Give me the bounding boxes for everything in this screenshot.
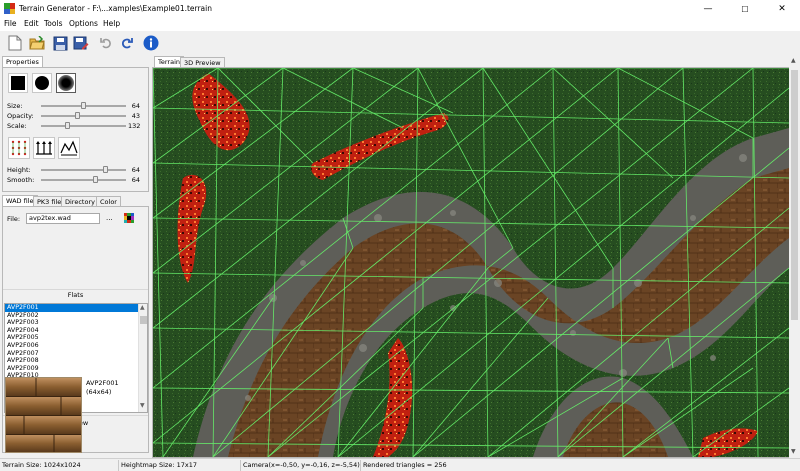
preview-size: (64x64) bbox=[86, 388, 112, 396]
circle-brush-icon[interactable] bbox=[32, 73, 52, 93]
info-icon[interactable] bbox=[142, 34, 160, 52]
viewport-scrollbar[interactable]: ▲ ▼ bbox=[789, 56, 800, 458]
height-label: Height: bbox=[7, 166, 31, 174]
close-button[interactable]: ✕ bbox=[764, 0, 800, 18]
smooth-slider[interactable] bbox=[41, 179, 126, 181]
opacity-slider-thumb[interactable] bbox=[75, 112, 80, 119]
scroll-down-icon[interactable]: ▼ bbox=[791, 448, 796, 455]
list-item[interactable]: AVP2F004 bbox=[5, 327, 138, 335]
texture-preview bbox=[5, 377, 82, 453]
open-folder-icon[interactable] bbox=[28, 34, 46, 52]
height-slider[interactable] bbox=[41, 169, 126, 171]
list-item[interactable]: AVP2F007 bbox=[5, 350, 138, 358]
menu-tools[interactable]: Tools bbox=[44, 19, 62, 28]
viewport-scroll-thumb[interactable] bbox=[791, 70, 798, 320]
scale-slider-thumb[interactable] bbox=[65, 122, 70, 129]
size-slider-thumb[interactable] bbox=[81, 102, 86, 109]
redo-icon[interactable] bbox=[118, 34, 136, 52]
status-bar: Terrain Size: 1024x1024 Heightmap Size: … bbox=[0, 458, 800, 471]
palette-icon[interactable] bbox=[124, 213, 134, 223]
scroll-down-icon[interactable]: ▼ bbox=[140, 402, 145, 409]
left-panel: Properties Size: 64 Opacity: 43 Scale: 1… bbox=[0, 55, 151, 458]
soft-circle-brush-icon[interactable] bbox=[56, 73, 76, 93]
raise-tool-icon[interactable] bbox=[33, 137, 55, 159]
list-item[interactable]: AVP2F008 bbox=[5, 357, 138, 365]
list-item[interactable]: AVP2F005 bbox=[5, 334, 138, 342]
preview-name: AVP2F001 bbox=[86, 379, 119, 387]
smooth-label: Smooth: bbox=[7, 176, 35, 184]
opacity-slider[interactable] bbox=[41, 115, 126, 117]
points-tool-icon[interactable] bbox=[8, 137, 30, 159]
list-item[interactable]: AVP2F009 bbox=[5, 365, 138, 373]
file-label: File: bbox=[7, 215, 21, 223]
tab-directory[interactable]: Directory bbox=[61, 196, 99, 206]
tab-properties[interactable]: Properties bbox=[2, 56, 43, 67]
scale-value: 132 bbox=[128, 122, 141, 130]
list-item[interactable]: AVP2F001 bbox=[5, 304, 138, 312]
divider bbox=[3, 289, 148, 290]
status-terrain-size: Terrain Size: 1024x1024 bbox=[2, 461, 81, 469]
scroll-up-icon[interactable]: ▲ bbox=[791, 57, 796, 64]
toolbar bbox=[0, 31, 800, 55]
scale-label: Scale: bbox=[7, 122, 27, 130]
flats-header: Flats bbox=[67, 291, 84, 299]
status-heightmap-size: Heightmap Size: 17x17 bbox=[118, 460, 239, 471]
terrain-canvas[interactable] bbox=[153, 68, 789, 457]
smooth-value: 64 bbox=[131, 176, 140, 184]
title-bar: Terrain Generator - F:\...xamples\Exampl… bbox=[0, 0, 800, 18]
minimize-button[interactable]: — bbox=[690, 0, 726, 18]
menu-file[interactable]: File bbox=[4, 19, 17, 28]
menu-edit[interactable]: Edit bbox=[24, 19, 39, 28]
list-item[interactable]: AVP2F003 bbox=[5, 319, 138, 327]
status-triangles: Rendered triangles = 256 bbox=[360, 460, 560, 471]
file-input[interactable]: avp2tex.wad bbox=[26, 213, 100, 224]
terrain-viewport[interactable] bbox=[153, 68, 789, 457]
properties-group: Size: 64 Opacity: 43 Scale: 132 Height: … bbox=[2, 67, 149, 192]
list-item[interactable]: AVP2F006 bbox=[5, 342, 138, 350]
square-brush-icon[interactable] bbox=[8, 73, 28, 93]
app-icon bbox=[4, 3, 15, 14]
smooth-slider-thumb[interactable] bbox=[93, 176, 98, 183]
window-title: Terrain Generator - F:\...xamples\Exampl… bbox=[19, 4, 212, 13]
size-value: 64 bbox=[131, 102, 140, 110]
scroll-up-icon[interactable]: ▲ bbox=[140, 304, 145, 311]
height-slider-thumb[interactable] bbox=[103, 166, 108, 173]
maximize-button[interactable]: ☐ bbox=[727, 0, 763, 18]
list-scrollbar[interactable]: ▲ ▼ bbox=[138, 304, 147, 412]
save-icon[interactable] bbox=[51, 34, 69, 52]
status-camera: Camera(x=-0,50, y=-0,16, z=-5,54) bbox=[240, 460, 360, 471]
smooth-tool-icon[interactable] bbox=[58, 137, 80, 159]
menu-help[interactable]: Help bbox=[103, 19, 120, 28]
size-label: Size: bbox=[7, 102, 23, 110]
save-as-icon[interactable] bbox=[72, 34, 90, 52]
menu-options[interactable]: Options bbox=[69, 19, 98, 28]
opacity-value: 43 bbox=[131, 112, 140, 120]
list-item[interactable]: AVP2F002 bbox=[5, 312, 138, 320]
list-scroll-thumb[interactable] bbox=[140, 316, 147, 324]
new-file-icon[interactable] bbox=[6, 34, 24, 52]
undo-icon[interactable] bbox=[97, 34, 115, 52]
scale-slider[interactable] bbox=[41, 125, 126, 127]
browse-button[interactable]: ... bbox=[106, 214, 113, 222]
tab-color[interactable]: Color bbox=[96, 196, 121, 206]
height-value: 64 bbox=[131, 166, 140, 174]
menu-bar: File Edit Tools Options Help bbox=[0, 18, 800, 31]
opacity-label: Opacity: bbox=[7, 112, 34, 120]
tab-3d-preview[interactable]: 3D Preview bbox=[180, 57, 225, 67]
